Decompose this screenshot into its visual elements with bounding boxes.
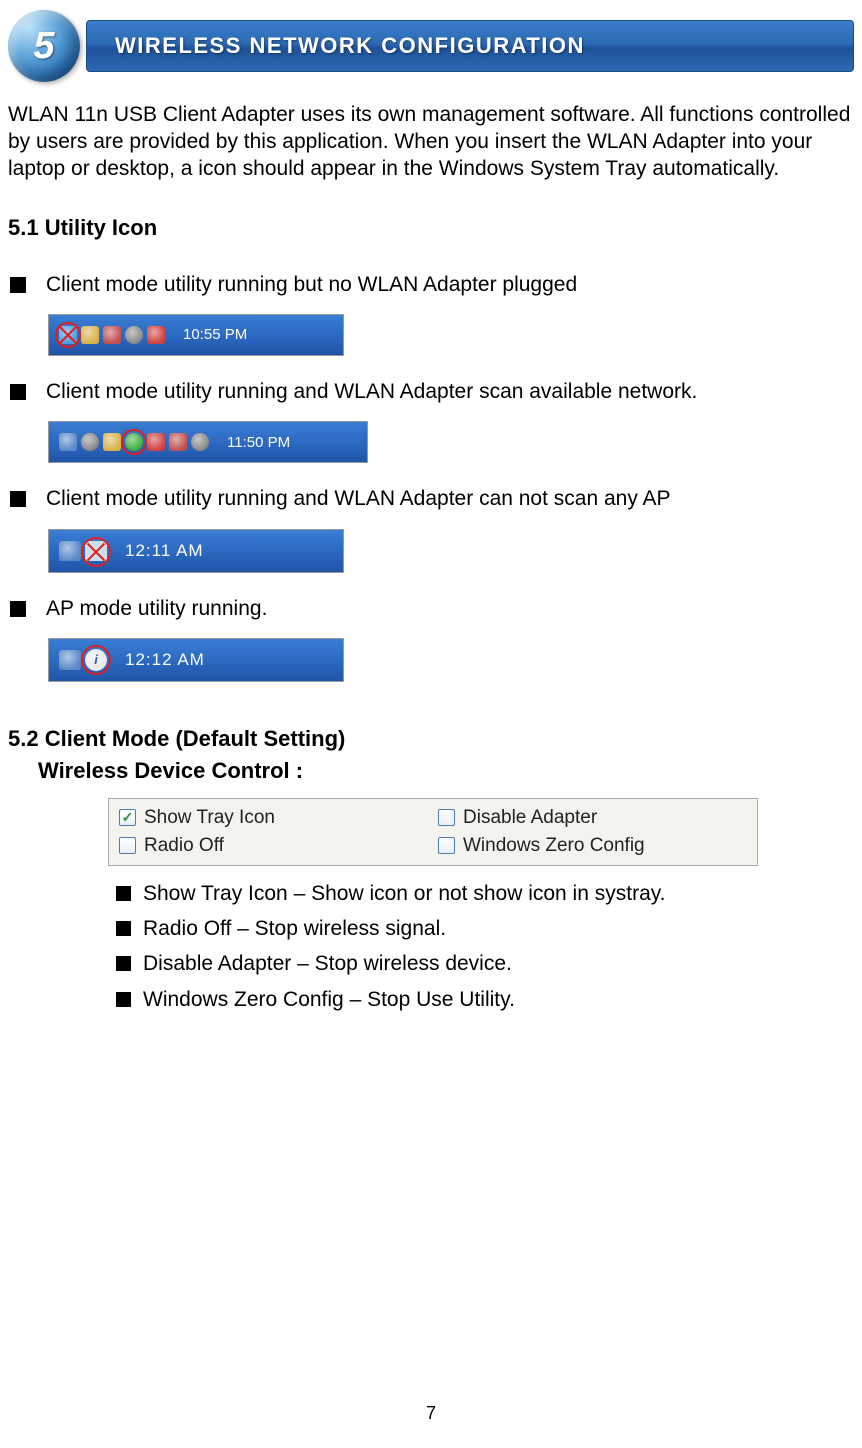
option-descriptions: Show Tray Icon – Show icon or not show i… xyxy=(116,880,854,1013)
section-5-2-heading: 5.2 Client Mode (Default Setting) xyxy=(8,726,854,752)
systray-time-2: 11:50 PM xyxy=(213,434,300,451)
chapter-title-bar: WIRELESS NETWORK CONFIGURATION xyxy=(86,20,854,72)
systray-time-1: 10:55 PM xyxy=(169,326,257,343)
bullet-icon xyxy=(10,384,26,400)
option-show-tray-icon[interactable]: ✓ Show Tray Icon xyxy=(119,807,428,829)
volume-icon xyxy=(125,326,143,344)
shield-icon xyxy=(147,433,165,451)
bullet-icon xyxy=(116,886,131,901)
systray-screenshot-1: 10:55 PM xyxy=(48,314,344,356)
intro-paragraph: WLAN 11n USB Client Adapter uses its own… xyxy=(8,102,854,183)
checkbox-disable-adapter[interactable] xyxy=(438,809,455,826)
systray-screenshot-3: 12:11 AM xyxy=(48,529,344,573)
utility-icon-item-1: Client mode utility running but no WLAN … xyxy=(8,271,854,298)
keys-icon xyxy=(81,326,99,344)
desc-zero-config: Windows Zero Config – Stop Use Utility. xyxy=(116,986,854,1013)
monitor-icon xyxy=(59,433,77,451)
bullet-icon xyxy=(116,956,131,971)
item-1-text: Client mode utility running but no WLAN … xyxy=(46,271,577,298)
volume-icon xyxy=(81,433,99,451)
utility-icon-item-2: Client mode utility running and WLAN Ada… xyxy=(8,378,854,405)
checkbox-radio-off[interactable] xyxy=(119,837,136,854)
monitor-wave-icon xyxy=(59,650,81,670)
section-5-2-sub: Wireless Device Control : xyxy=(38,758,854,784)
info-icon: i xyxy=(85,649,107,671)
checkbox-windows-zero-config[interactable] xyxy=(438,837,455,854)
section-5-1-heading: 5.1 Utility Icon xyxy=(8,215,854,241)
shield-icon xyxy=(147,326,165,344)
bullet-icon xyxy=(116,921,131,936)
option-radio-off[interactable]: Radio Off xyxy=(119,835,428,857)
item-2-text: Client mode utility running and WLAN Ada… xyxy=(46,378,697,405)
network-disconnected-icon xyxy=(169,433,187,451)
bullet-icon xyxy=(10,601,26,617)
systray-time-3: 12:11 AM xyxy=(111,541,214,561)
chapter-number-badge: 5 xyxy=(8,10,80,82)
desc-radio-off: Radio Off – Stop wireless signal. xyxy=(116,915,854,942)
wlan-unplugged-icon xyxy=(59,326,77,344)
bullet-icon xyxy=(10,277,26,293)
option-windows-zero-config[interactable]: Windows Zero Config xyxy=(438,835,747,857)
checkbox-show-tray-icon[interactable]: ✓ xyxy=(119,809,136,826)
item-3-text: Client mode utility running and WLAN Ada… xyxy=(46,485,671,512)
option-label: Disable Adapter xyxy=(463,807,597,829)
option-label: Windows Zero Config xyxy=(463,835,645,857)
network-disconnected-icon xyxy=(103,326,121,344)
bullet-icon xyxy=(116,992,131,1007)
option-label: Radio Off xyxy=(144,835,224,857)
desc-show-tray: Show Tray Icon – Show icon or not show i… xyxy=(116,880,854,907)
wireless-device-control-panel: ✓ Show Tray Icon Disable Adapter Radio O… xyxy=(108,798,758,866)
page-number: 7 xyxy=(0,1403,862,1424)
systray-screenshot-4: i 12:12 AM xyxy=(48,638,344,682)
bullet-icon xyxy=(10,491,26,507)
systray-time-4: 12:12 AM xyxy=(111,650,215,670)
chapter-banner: 5 WIRELESS NETWORK CONFIGURATION xyxy=(8,10,854,82)
desc-disable-adapter: Disable Adapter – Stop wireless device. xyxy=(116,950,854,977)
option-disable-adapter[interactable]: Disable Adapter xyxy=(438,807,747,829)
utility-icon-item-3: Client mode utility running and WLAN Ada… xyxy=(8,485,854,512)
utility-icon-item-4: AP mode utility running. xyxy=(8,595,854,622)
volume-icon-2 xyxy=(191,433,209,451)
wlan-signal-icon xyxy=(125,433,143,451)
monitor-icon xyxy=(59,541,81,561)
keys-icon xyxy=(103,433,121,451)
wlan-no-ap-icon xyxy=(85,541,107,561)
option-label: Show Tray Icon xyxy=(144,807,275,829)
item-4-text: AP mode utility running. xyxy=(46,595,267,622)
systray-screenshot-2: 11:50 PM xyxy=(48,421,368,463)
